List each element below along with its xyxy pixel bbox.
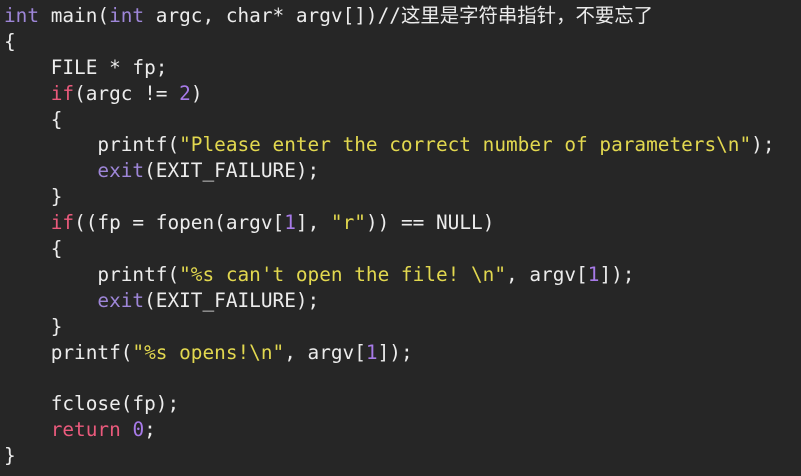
code-editor[interactable]: int main(int argc, char* argv[])//这里是字符串… bbox=[4, 3, 801, 469]
code-token-plain: } bbox=[4, 314, 63, 338]
code-token-num: 0 bbox=[132, 418, 145, 442]
code-token-plain: } bbox=[4, 444, 16, 468]
code-token-plain: , argv[ bbox=[506, 262, 588, 286]
code-token-cmt: //这里是字符串指针，不要忘了 bbox=[377, 4, 654, 27]
code-token-plain: )) == NULL) bbox=[365, 211, 495, 235]
code-token-plain: { bbox=[4, 29, 16, 53]
code-token-str: "r" bbox=[330, 211, 366, 235]
code-token-plain: ); bbox=[751, 133, 775, 157]
code-token-plain: printf( bbox=[4, 262, 180, 286]
code-line[interactable]: { bbox=[4, 107, 801, 133]
code-token-plain: ], bbox=[295, 211, 331, 235]
code-line[interactable]: int main(int argc, char* argv[])//这里是字符串… bbox=[4, 3, 801, 29]
code-token-plain: (EXIT_FAILURE); bbox=[144, 159, 320, 183]
code-token-ctrl: return bbox=[50, 418, 121, 442]
code-token-plain: } bbox=[4, 185, 63, 209]
code-line[interactable]: } bbox=[4, 184, 801, 210]
code-token-plain: printf( bbox=[4, 133, 180, 157]
code-line[interactable]: exit(EXIT_FAILURE); bbox=[4, 288, 801, 314]
code-token-plain: { bbox=[4, 107, 63, 131]
code-token-plain: (EXIT_FAILURE); bbox=[144, 288, 320, 312]
code-line[interactable]: return 0; bbox=[4, 417, 801, 443]
code-line[interactable]: printf("%s can't open the file! \n", arg… bbox=[4, 262, 801, 288]
code-token-str: "Please enter the correct number of para… bbox=[179, 133, 752, 157]
code-line[interactable]: printf("Please enter the correct number … bbox=[4, 132, 801, 158]
code-line[interactable]: { bbox=[4, 236, 801, 262]
code-token-num: 1 bbox=[587, 262, 600, 286]
code-token-plain: ]); bbox=[377, 340, 413, 364]
code-token-str: "%s opens!\n" bbox=[132, 340, 285, 364]
code-line[interactable]: if((fp = fopen(argv[1], "r")) == NULL) bbox=[4, 210, 801, 236]
code-token-plain: ) bbox=[190, 81, 203, 105]
code-token-plain: ]); bbox=[599, 262, 635, 286]
code-token-plain: { bbox=[4, 237, 63, 261]
code-token-num: 2 bbox=[179, 81, 191, 105]
code-token-plain: printf( bbox=[4, 340, 133, 364]
code-token-plain: FILE * fp; bbox=[4, 55, 168, 79]
code-token-num: 1 bbox=[284, 211, 296, 235]
code-line[interactable]: { bbox=[4, 29, 801, 55]
code-token-str: "%s can't open the file! \n" bbox=[179, 262, 507, 286]
code-token-ctrl: if bbox=[50, 211, 75, 235]
code-line[interactable]: FILE * fp; bbox=[4, 55, 801, 81]
code-token-plain: ; bbox=[144, 418, 156, 442]
code-line[interactable]: if(argc != 2) bbox=[4, 81, 801, 107]
code-token-plain: ((fp = fopen(argv[ bbox=[74, 211, 285, 235]
code-token-kw: exit bbox=[97, 159, 145, 183]
code-token-kw: int bbox=[109, 4, 145, 27]
code-token-plain: (argc != bbox=[74, 81, 180, 105]
code-token-ctrl: if bbox=[50, 81, 75, 105]
code-token-plain: fclose(fp); bbox=[4, 392, 180, 416]
code-line[interactable]: printf("%s opens!\n", argv[1]); bbox=[4, 340, 801, 366]
code-line[interactable] bbox=[4, 365, 801, 391]
code-token-kw: int bbox=[4, 4, 40, 27]
code-token-num: 1 bbox=[365, 340, 378, 364]
code-token-plain: argc, char* argv[]) bbox=[144, 4, 378, 27]
code-token-plain: main( bbox=[39, 4, 110, 27]
code-line[interactable]: } bbox=[4, 314, 801, 340]
code-line[interactable]: fclose(fp); bbox=[4, 391, 801, 417]
code-line[interactable]: } bbox=[4, 443, 801, 469]
code-line[interactable]: exit(EXIT_FAILURE); bbox=[4, 158, 801, 184]
code-token-kw: exit bbox=[97, 288, 145, 312]
code-token-plain: , argv[ bbox=[284, 340, 366, 364]
